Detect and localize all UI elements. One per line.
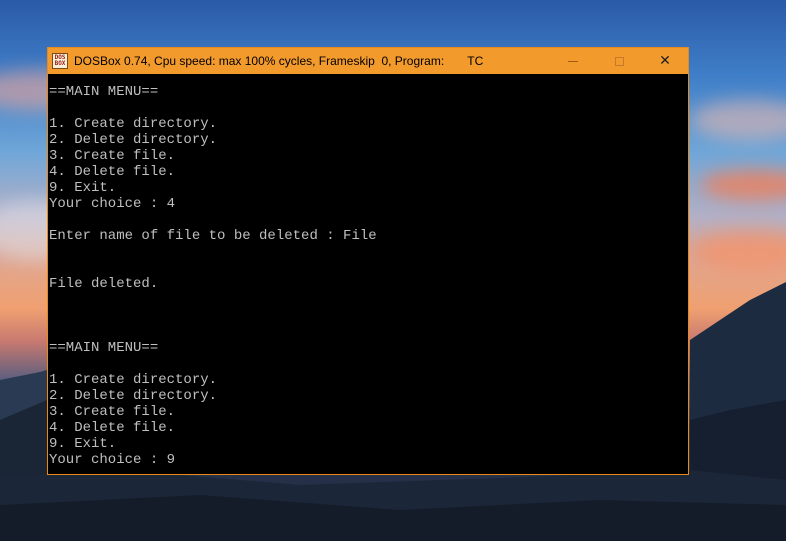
title-bar[interactable]: DOS BOX DOSBox 0.74, Cpu speed: max 100%… [48,48,688,74]
dosbox-window[interactable]: DOS BOX DOSBox 0.74, Cpu speed: max 100%… [47,47,689,475]
icon-label-bottom: BOX [54,60,66,67]
dosbox-app-icon[interactable]: DOS BOX [52,53,68,69]
console-line: 2. Delete directory. [49,132,218,148]
window-title: DOSBox 0.74, Cpu speed: max 100% cycles,… [74,54,484,68]
console-line: 4. Delete file. [49,164,176,180]
minimize-icon [568,60,578,62]
console-line: 2. Delete directory. [49,388,218,404]
maximize-icon [614,56,624,66]
console-line: File deleted. [49,276,159,292]
console-line: 1. Create directory. [49,116,218,132]
console-line: ==MAIN MENU== [49,84,159,100]
console-line: 1. Create directory. [49,372,218,388]
maximize-button[interactable] [596,48,642,74]
console-line: 4. Delete file. [49,420,176,436]
console-line: 9. Exit. [49,180,117,196]
console-line: Your choice : 9 [49,452,176,468]
minimize-button[interactable] [550,48,596,74]
console-line: ==MAIN MENU== [49,340,159,356]
console-line: Enter name of file to be deleted : File [49,228,377,244]
console-line: 3. Create file. [49,404,176,420]
console-line: 3. Create file. [49,148,176,164]
close-icon: ✕ [659,53,671,69]
console-line: Your choice : 4 [49,196,176,212]
close-button[interactable]: ✕ [642,48,688,74]
console-output[interactable]: ==MAIN MENU== 1. Create directory. 2. De… [48,74,688,474]
console-line: 9. Exit. [49,436,117,452]
